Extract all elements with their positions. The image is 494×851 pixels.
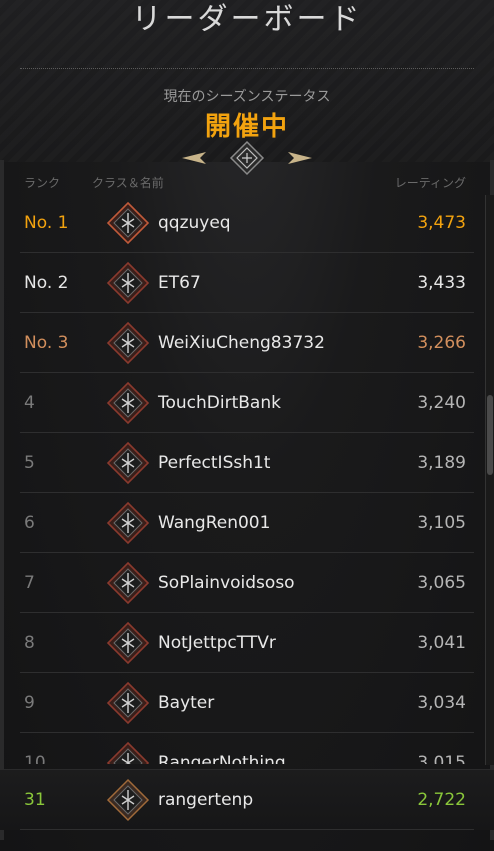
row-rating: 3,240 bbox=[417, 393, 466, 413]
row-player-name: Bayter bbox=[158, 693, 215, 713]
row-rank: 8 bbox=[24, 633, 35, 653]
leaderboard-panel: リーダーボード 現在のシーズンステータス 開催中 ランク クラス＆名前 レーティ… bbox=[0, 0, 494, 851]
ranger-class-emblem-icon bbox=[106, 561, 150, 605]
row-rank: 4 bbox=[24, 393, 35, 413]
column-header-rating: レーティング bbox=[394, 176, 466, 190]
player-rank: 31 bbox=[24, 790, 46, 810]
row-rating: 3,189 bbox=[417, 453, 466, 473]
row-rating: 3,473 bbox=[417, 213, 466, 233]
row-rank: 6 bbox=[24, 513, 35, 533]
leaderboard-row[interactable]: 4 TouchDirtBank 3,240 bbox=[0, 373, 494, 433]
diamond-ornament-icon bbox=[182, 140, 312, 176]
ranger-class-emblem-icon bbox=[106, 441, 150, 485]
header-divider bbox=[20, 68, 474, 69]
ranger-class-emblem-icon bbox=[106, 261, 150, 305]
row-rank: No. 3 bbox=[24, 333, 69, 353]
scrollbar[interactable] bbox=[485, 195, 494, 765]
page-title: リーダーボード bbox=[131, 2, 363, 37]
leaderboard-row[interactable]: No. 3 WeiXiuCheng83732 3,266 bbox=[0, 313, 494, 373]
row-player-name: NotJettpcTTVr bbox=[158, 633, 276, 653]
row-rating: 3,034 bbox=[417, 693, 466, 713]
row-rank: 5 bbox=[24, 453, 35, 473]
row-player-name: WangRen001 bbox=[158, 513, 271, 533]
row-rating: 3,015 bbox=[417, 753, 466, 764]
scrollbar-thumb[interactable] bbox=[487, 395, 493, 475]
row-rating: 3,065 bbox=[417, 573, 466, 593]
leaderboard-row[interactable]: 8 NotJettpcTTVr 3,041 bbox=[0, 613, 494, 673]
row-player-name: qqzuyeq bbox=[158, 213, 231, 233]
row-player-name: ET67 bbox=[158, 273, 201, 293]
row-rating: 3,433 bbox=[417, 273, 466, 293]
leaderboard-row[interactable]: 5 PerfectISsh1t 3,189 bbox=[0, 433, 494, 493]
season-status-label: 現在のシーズンステータス bbox=[163, 89, 331, 105]
row-player-name: RangerNothing bbox=[158, 753, 286, 764]
ranger-class-emblem-icon bbox=[106, 681, 150, 725]
row-player-name: WeiXiuCheng83732 bbox=[158, 333, 325, 353]
player-name: rangertenp bbox=[158, 790, 254, 810]
ranger-class-emblem-icon bbox=[106, 741, 150, 764]
leaderboard-row[interactable]: 7 SoPlainvoidsoso 3,065 bbox=[0, 553, 494, 613]
leaderboard-header: リーダーボード 現在のシーズンステータス 開催中 bbox=[0, 0, 494, 176]
row-player-name: TouchDirtBank bbox=[158, 393, 281, 413]
leaderboard-list[interactable]: No. 1 qqzuyeq 3,473 No. 2 ET67 3,433 No. 3 WeiX… bbox=[0, 193, 494, 764]
player-row[interactable]: 31 rangertenp 2,722 bbox=[0, 769, 494, 830]
leaderboard-row[interactable]: No. 2 ET67 3,433 bbox=[0, 253, 494, 313]
ranger-class-emblem-icon bbox=[106, 381, 150, 425]
row-player-name: PerfectISsh1t bbox=[158, 453, 271, 473]
leaderboard-row[interactable]: 6 WangRen001 3,105 bbox=[0, 493, 494, 553]
row-rank: 9 bbox=[24, 693, 35, 713]
ranger-class-emblem-icon bbox=[106, 201, 150, 245]
row-rating: 3,266 bbox=[417, 333, 466, 353]
ranger-class-emblem-icon bbox=[106, 321, 150, 365]
player-rating: 2,722 bbox=[417, 790, 466, 810]
leaderboard-row[interactable]: 9 Bayter 3,034 bbox=[0, 673, 494, 733]
column-header-class-name: クラス＆名前 bbox=[92, 176, 164, 190]
ranger-class-emblem-icon bbox=[106, 501, 150, 545]
leaderboard-row[interactable]: No. 1 qqzuyeq 3,473 bbox=[0, 193, 494, 253]
ranger-class-emblem-icon bbox=[106, 778, 150, 822]
row-player-name: SoPlainvoidsoso bbox=[158, 573, 295, 593]
row-rank: No. 2 bbox=[24, 273, 69, 293]
row-rank: 7 bbox=[24, 573, 35, 593]
column-header-rank: ランク bbox=[24, 176, 61, 190]
ranger-class-emblem-icon bbox=[106, 621, 150, 665]
row-rank: 10 bbox=[24, 753, 46, 764]
leaderboard-row[interactable]: 10 RangerNothing 3,015 bbox=[0, 733, 494, 764]
row-rating: 3,105 bbox=[417, 513, 466, 533]
row-rank: No. 1 bbox=[24, 213, 69, 233]
row-rating: 3,041 bbox=[417, 633, 466, 653]
